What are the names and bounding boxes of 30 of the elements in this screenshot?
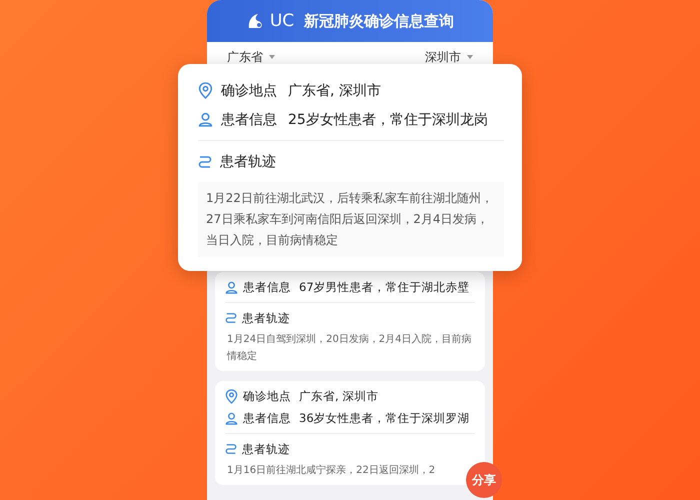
patient-label: 患者信息 [243, 410, 291, 426]
person-icon [225, 412, 238, 424]
trajectory-text: 1月24日自驾到深圳，20日发病，2月4日入院，目前病情稳定 [226, 332, 473, 364]
location-label: 确诊地点 [243, 388, 291, 404]
route-icon [225, 312, 237, 324]
trajectory-text: 1月16日前往湖北咸宁探亲，22日返回深圳，2 [226, 464, 436, 478]
person-icon [225, 280, 238, 294]
trajectory-label: 患者轨迹 [242, 310, 290, 326]
location-pin-icon [198, 82, 213, 99]
caret-icon [467, 55, 473, 59]
patient-value: 67岁男性患者，常住于湖北赤壁 [299, 280, 470, 294]
caret-icon [269, 55, 275, 59]
location-pin-icon [225, 388, 238, 404]
logo-text: UC [270, 11, 294, 31]
page-title: 新冠肺炎确诊信息查询 [304, 12, 454, 30]
trajectory-label: 患者轨迹 [220, 152, 276, 170]
location-value: 广东省, 深圳市 [288, 82, 381, 100]
patient-value: 36岁女性患者，常住于深圳罗湖 [299, 410, 470, 426]
region-dropdown[interactable]: 深圳市 [425, 48, 473, 66]
route-icon [198, 154, 212, 168]
location-label: 确诊地点 [221, 82, 277, 100]
location-value: 广东省, 深圳市 [299, 388, 378, 404]
patient-label: 患者信息 [221, 110, 277, 128]
patient-label: 患者信息 [243, 280, 291, 294]
trajectory-text: 1月22日前往湖北武汉，后转乘私家车前往湖北随州，27日乘私家车到河南信阳后返回深圳，2月4日发病，当日入院，目前病情稳定 [198, 182, 504, 257]
patient-value: 25岁女性患者，常住于深圳龙岗 [288, 110, 488, 128]
route-icon [225, 443, 237, 455]
trajectory-label: 患者轨迹 [242, 442, 290, 456]
person-icon [198, 112, 213, 127]
region-dropdown[interactable]: 广东省 [227, 48, 275, 66]
